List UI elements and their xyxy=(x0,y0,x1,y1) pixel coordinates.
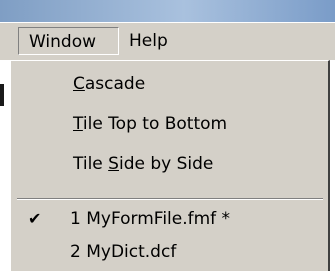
checkmark-icon: ✔ xyxy=(28,209,42,228)
menu-separator xyxy=(17,198,323,200)
menu-item-window-1-label: 1 MyFormFile.fmf * xyxy=(70,209,231,229)
window-menu-dropdown: Cascade Tile Top to Bottom Tile Side by … xyxy=(10,60,330,271)
mnemonic-t: T xyxy=(73,114,83,134)
background-window-edge xyxy=(0,84,4,106)
mnemonic-c: C xyxy=(73,74,85,94)
menu-item-tile-top-to-bottom[interactable]: Tile Top to Bottom xyxy=(11,107,327,141)
menu-item-window-2-label: 2 MyDict.dcf xyxy=(70,242,177,262)
window-title-strip xyxy=(0,0,335,22)
menu-window[interactable]: Window xyxy=(18,27,119,55)
mnemonic-s: S xyxy=(108,154,119,174)
menu-item-tile-top-to-bottom-label: Tile Top to Bottom xyxy=(73,114,228,134)
menubar: Window Help xyxy=(0,22,335,60)
menu-help[interactable]: Help xyxy=(125,27,185,55)
menu-item-tile-side-by-side[interactable]: Tile Side by Side xyxy=(11,147,327,181)
menu-item-cascade-label: Cascade xyxy=(73,74,146,94)
menu-item-window-1[interactable]: ✔ 1 MyFormFile.fmf * xyxy=(11,202,327,236)
menu-item-tile-side-by-side-label: Tile Side by Side xyxy=(73,154,214,174)
menu-item-cascade[interactable]: Cascade xyxy=(11,67,327,101)
menu-item-window-2[interactable]: 2 MyDict.dcf xyxy=(11,235,327,269)
